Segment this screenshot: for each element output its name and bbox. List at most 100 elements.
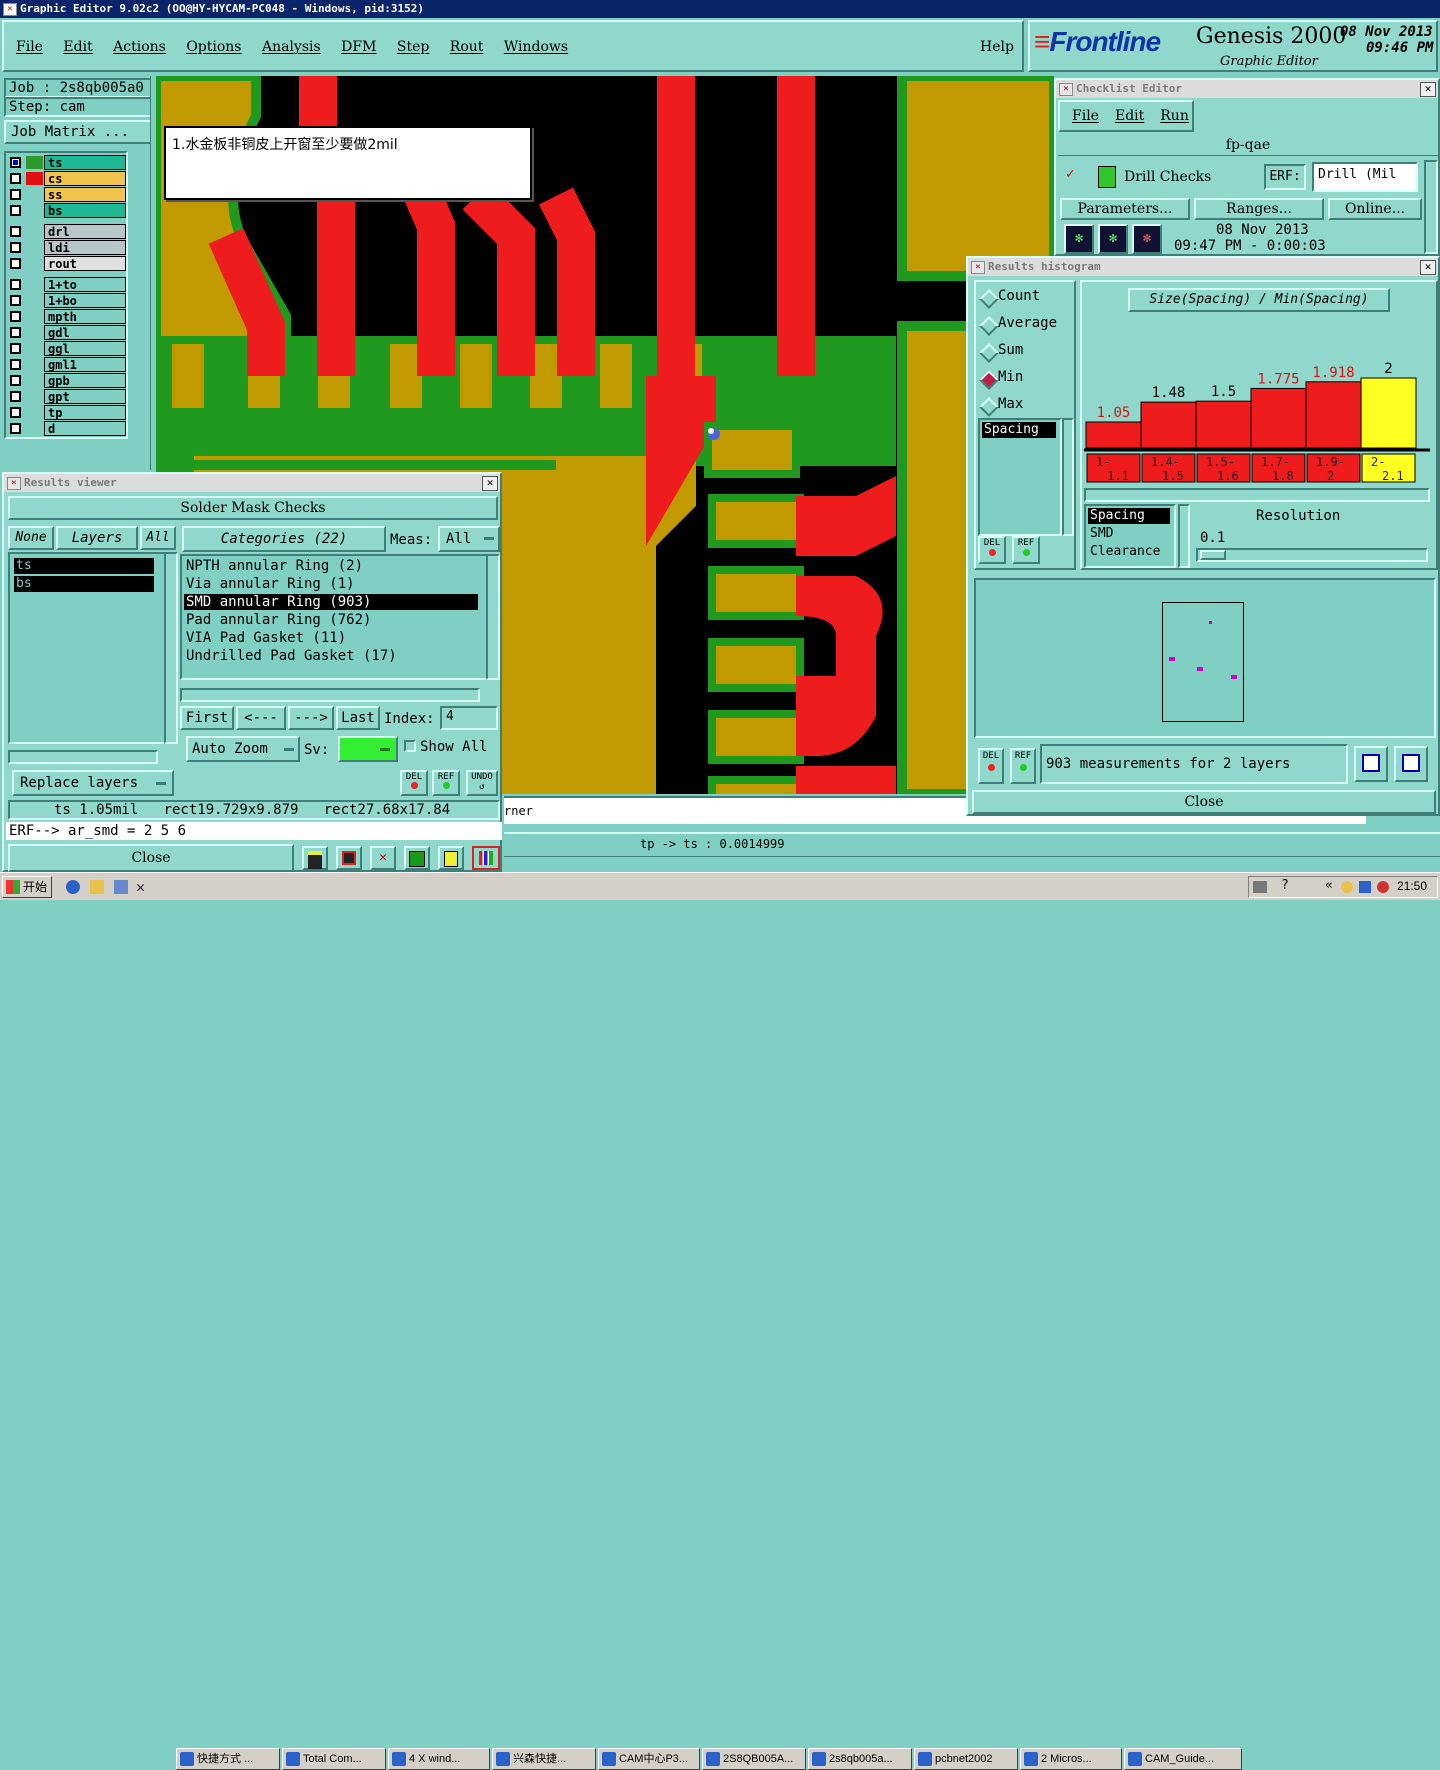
radio-min[interactable] <box>979 370 999 390</box>
layer-color-swatch[interactable] <box>26 358 43 371</box>
overview-del-button[interactable]: DEL <box>978 748 1004 784</box>
category-item[interactable]: Via annular Ring (1) <box>184 576 478 592</box>
radio-count[interactable] <box>979 289 999 309</box>
last-button[interactable]: Last <box>336 706 380 730</box>
histogram-bar[interactable] <box>1250 387 1307 449</box>
layer-row-rout[interactable]: rout <box>8 256 126 271</box>
check-mark-icon[interactable]: ✓ <box>1066 167 1078 181</box>
app-icon[interactable] <box>114 880 128 894</box>
taskbar-item[interactable]: pcbnet2002 <box>914 1748 1018 1770</box>
close-icon[interactable]: ✕ <box>482 476 498 491</box>
radio-max[interactable] <box>979 397 999 417</box>
start-button[interactable]: 开始 <box>2 876 52 898</box>
overview-ref-button[interactable]: REF <box>1010 748 1036 784</box>
close-app-icon[interactable]: ✕ <box>136 878 145 896</box>
ref-button[interactable]: REF <box>432 770 460 796</box>
taskbar-item[interactable]: 2s8qb005a... <box>808 1748 912 1770</box>
type-spacing[interactable]: Spacing <box>1088 508 1170 524</box>
layer-color-swatch[interactable] <box>26 188 43 201</box>
layer-row-mpth[interactable]: mpth <box>8 309 126 324</box>
online-button[interactable]: Online... <box>1328 198 1422 220</box>
menu-dfm[interactable]: DFM <box>341 39 376 55</box>
layer-row-gpb[interactable]: gpb <box>8 373 126 388</box>
layer-color-swatch[interactable] <box>26 156 43 169</box>
layer-row-gml1[interactable]: gml1 <box>8 357 126 372</box>
category-item[interactable]: VIA Pad Gasket (11) <box>184 630 478 646</box>
checklist-scrollbar[interactable] <box>1424 160 1438 254</box>
layer-color-swatch[interactable] <box>26 406 43 419</box>
layer-checkbox[interactable] <box>10 311 21 322</box>
spacing-item[interactable]: Spacing <box>982 422 1056 438</box>
layer-checkbox[interactable] <box>10 407 21 418</box>
toolbar-icon-5[interactable] <box>438 846 464 870</box>
layer-checkbox[interactable] <box>10 242 21 253</box>
type-smd[interactable]: SMD <box>1090 526 1113 541</box>
layer-row-cs[interactable]: cs <box>8 171 126 186</box>
checklist-menu-run[interactable]: Run <box>1160 108 1189 124</box>
layer-color-swatch[interactable] <box>26 241 43 254</box>
checklist-menu-edit[interactable]: Edit <box>1115 108 1144 124</box>
menu-options[interactable]: Options <box>186 39 241 55</box>
run-icon-1[interactable]: ✻ <box>1064 224 1094 254</box>
zoom-fit-button[interactable] <box>1354 746 1388 782</box>
close-icon[interactable]: ✕ <box>1420 260 1436 275</box>
layer-row-1+to[interactable]: 1+to <box>8 277 126 292</box>
layer-row-gpt[interactable]: gpt <box>8 389 126 404</box>
toolbar-icon-3[interactable]: ✕ <box>370 846 396 870</box>
spacing-scrollbar[interactable] <box>1062 418 1074 536</box>
undo-button[interactable]: UNDO ↺ <box>466 770 498 796</box>
layer-list-hscroll[interactable] <box>8 750 158 764</box>
all-button[interactable]: All <box>140 526 176 550</box>
tray-app-icon[interactable] <box>1341 881 1353 893</box>
histogram-bar[interactable] <box>1360 377 1417 449</box>
del-button[interactable]: DEL <box>400 770 428 796</box>
layer-color-swatch[interactable] <box>26 278 43 291</box>
menu-step[interactable]: Step <box>397 39 429 55</box>
layer-color-swatch[interactable] <box>26 374 43 387</box>
show-all-checkbox[interactable] <box>404 740 416 752</box>
categories-button[interactable]: Categories (22) <box>182 526 386 552</box>
resolution-slider-thumb[interactable] <box>1200 550 1226 560</box>
histogram-bar[interactable] <box>1305 381 1362 449</box>
histogram-bar[interactable] <box>1140 401 1197 449</box>
category-item[interactable]: Undrilled Pad Gasket (17) <box>184 648 478 664</box>
layer-color-swatch[interactable] <box>26 204 43 217</box>
layer-row-ss[interactable]: ss <box>8 187 126 202</box>
run-icon-2[interactable]: ✻ <box>1098 224 1128 254</box>
taskbar-item[interactable]: 兴森快捷... <box>492 1748 596 1770</box>
layer-checkbox[interactable] <box>10 173 21 184</box>
ie-icon[interactable] <box>66 880 80 894</box>
meas-select[interactable]: All <box>438 526 500 552</box>
layer-checkbox[interactable] <box>10 189 21 200</box>
erf-value[interactable]: Drill (Mil <box>1312 162 1418 192</box>
first-button[interactable]: First <box>180 706 234 730</box>
category-item[interactable]: Pad annular Ring (762) <box>184 612 478 628</box>
category-item[interactable]: NPTH annular Ring (2) <box>184 558 478 574</box>
layer-color-swatch[interactable] <box>26 172 43 185</box>
layer-color-swatch[interactable] <box>26 390 43 403</box>
help-icon[interactable]: ? <box>1281 878 1289 893</box>
layer-color-swatch[interactable] <box>26 257 43 270</box>
taskbar-item[interactable]: CAM_Guide... <box>1124 1748 1242 1770</box>
next-button[interactable]: ---> <box>288 706 334 730</box>
replace-layers-select[interactable]: Replace layers <box>12 770 174 796</box>
layer-row-tp[interactable]: tp <box>8 405 126 420</box>
taskbar-item[interactable]: Total Com... <box>282 1748 386 1770</box>
toolbar-icon-2[interactable] <box>336 846 362 870</box>
category-item[interactable]: SMD annular Ring (903) <box>184 594 478 610</box>
run-icon-3[interactable]: ✻ <box>1132 224 1162 254</box>
result-layer-bs[interactable]: bs <box>14 576 154 592</box>
close-icon[interactable]: ✕ <box>1420 82 1436 97</box>
layer-row-gdl[interactable]: gdl <box>8 325 126 340</box>
layer-checkbox[interactable] <box>10 205 21 216</box>
layer-checkbox[interactable] <box>10 375 21 386</box>
layer-checkbox[interactable] <box>10 423 21 434</box>
histogram-chart[interactable]: 1.051-1.11.481.4-1.51.51.5-1.61.7751.7-1… <box>1084 322 1434 492</box>
type-clearance[interactable]: Clearance <box>1090 544 1160 559</box>
overview-board[interactable] <box>1162 602 1244 722</box>
prev-button[interactable]: <--- <box>236 706 286 730</box>
toolbar-icon-1[interactable] <box>302 846 328 870</box>
layer-color-swatch[interactable] <box>26 225 43 238</box>
layer-checkbox[interactable] <box>10 343 21 354</box>
menu-rout[interactable]: Rout <box>450 39 484 55</box>
